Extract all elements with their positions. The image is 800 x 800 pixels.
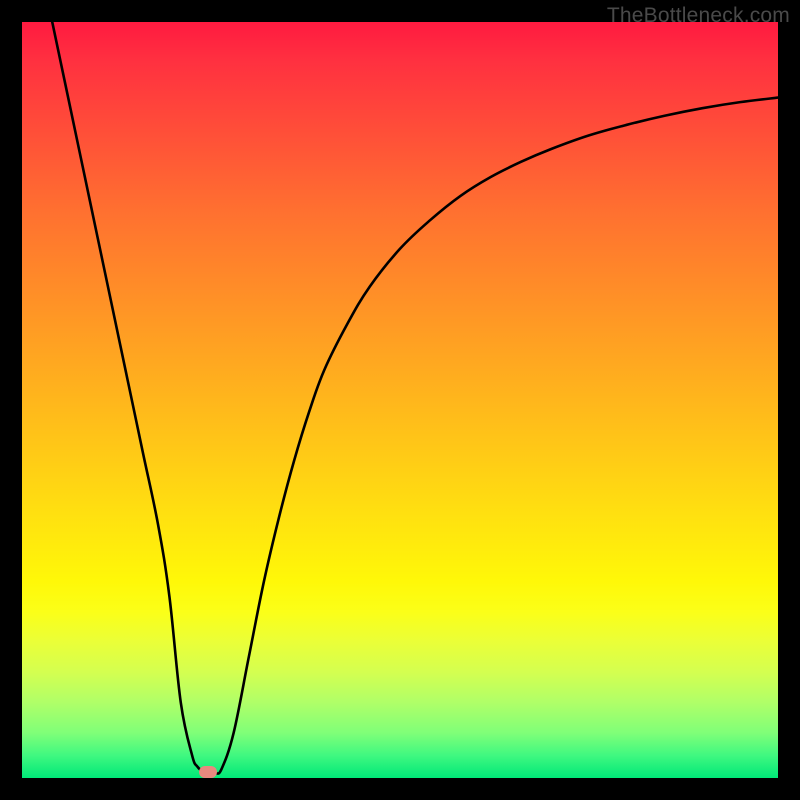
optimal-point-marker [199,766,217,778]
curve-svg [22,22,778,778]
watermark-text: TheBottleneck.com [607,4,790,28]
chart-plot-area [22,22,778,778]
bottleneck-curve [52,22,778,774]
